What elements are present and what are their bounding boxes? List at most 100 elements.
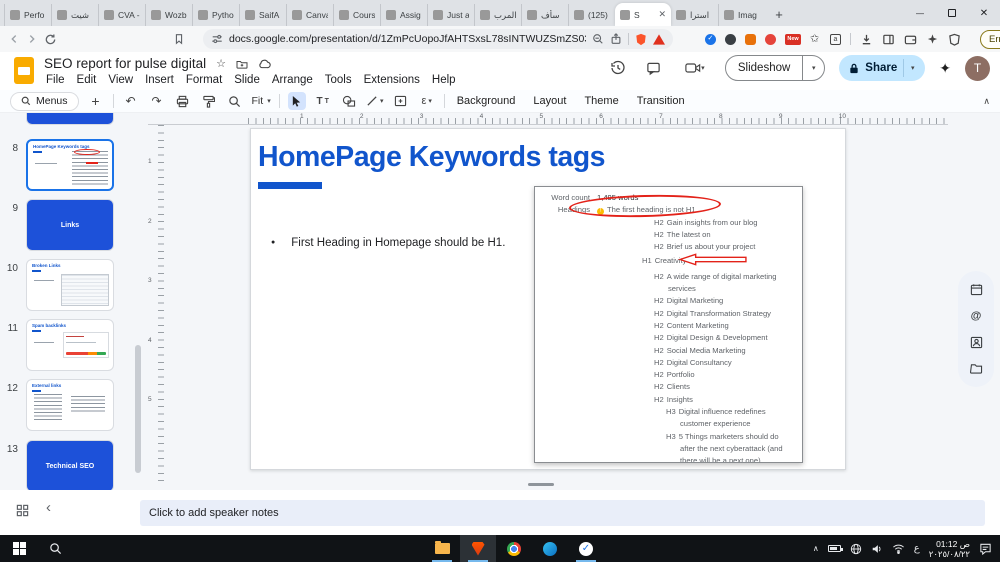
toolbar-text-button[interactable]: Theme (580, 95, 622, 107)
slide-thumbnail-8[interactable]: HomePage Keywords tags (26, 139, 114, 191)
extension-star-icon[interactable] (810, 34, 821, 45)
account-avatar[interactable]: T (965, 56, 990, 81)
slide-canvas[interactable]: HomePage Keywords tags First Heading in … (250, 128, 846, 470)
edge-icon[interactable] (532, 535, 568, 562)
slide-thumbnail-9[interactable]: Links (26, 199, 114, 251)
slide-bullet-text[interactable]: First Heading in Homepage should be H1. (271, 237, 505, 249)
browser-tab[interactable]: استرا ✕ (671, 4, 718, 26)
extension-pinwheel-icon[interactable] (765, 34, 776, 45)
leo-ai-icon[interactable] (926, 33, 939, 46)
browser-tab[interactable]: Wozb ✕ (145, 4, 192, 26)
folder-icon[interactable] (968, 361, 984, 377)
extension-boxed-a-icon[interactable] (830, 34, 841, 45)
tray-expand-icon[interactable] (813, 544, 819, 553)
taskbar-clock[interactable]: 01:12 ص ٢٠٢٥/٠٨/٢٢ (929, 539, 970, 559)
menu-item[interactable]: Extensions (358, 72, 426, 88)
extension-dark-icon[interactable] (725, 34, 736, 45)
gemini-sparkle-icon[interactable] (939, 60, 951, 77)
browser-tab[interactable]: S ✕ (615, 3, 671, 26)
filmstrip-scrollbar[interactable] (135, 345, 141, 473)
menu-item[interactable]: Tools (319, 72, 358, 88)
move-folder-icon[interactable] (236, 59, 248, 69)
window-close-button[interactable] (968, 0, 1000, 26)
zoom-fit-dropdown[interactable]: Fit ▾ (252, 95, 271, 107)
speaker-notes-input[interactable]: Click to add speaker notes (140, 500, 985, 526)
share-button[interactable]: Share ▾ (839, 55, 925, 81)
slide-thumbnail-11[interactable]: Spam backlinks (26, 319, 114, 371)
brave-shields-icon[interactable] (635, 33, 647, 46)
network-globe-icon[interactable] (850, 543, 862, 555)
text-box-button[interactable] (314, 92, 332, 110)
toolbar-text-button[interactable]: Transition (633, 95, 689, 107)
menu-item[interactable]: Format (180, 72, 228, 88)
grid-view-icon[interactable] (16, 504, 29, 517)
menu-item[interactable]: View (102, 72, 139, 88)
window-maximize-button[interactable] (936, 0, 968, 26)
special-char-button[interactable]: ▾ (418, 92, 436, 110)
slideshow-button[interactable]: Slideshow ▾ (725, 55, 825, 81)
star-icon[interactable] (216, 58, 226, 70)
comments-icon[interactable] (643, 57, 665, 79)
insert-image-button[interactable] (392, 92, 410, 110)
menu-item[interactable]: Arrange (266, 72, 319, 88)
menu-item[interactable]: Help (426, 72, 462, 88)
site-settings-icon[interactable] (211, 33, 223, 45)
toolbar-text-button[interactable]: Layout (529, 95, 570, 107)
window-minimize-button[interactable] (904, 0, 936, 26)
menu-item[interactable]: Slide (228, 72, 266, 88)
browser-tab[interactable]: المرب ✕ (474, 4, 521, 26)
language-indicator[interactable]: ع (914, 543, 920, 554)
slide-title[interactable]: HomePage Keywords tags (258, 141, 605, 174)
document-title[interactable]: SEO report for pulse digital (44, 56, 206, 71)
notification-center-icon[interactable] (979, 542, 992, 555)
print-button[interactable] (174, 92, 192, 110)
zoom-out-icon[interactable] (592, 33, 604, 45)
new-tab-button[interactable] (769, 4, 789, 24)
slideshow-dropdown[interactable]: ▾ (802, 55, 824, 81)
browser-tab[interactable]: (125) ✕ (568, 4, 615, 26)
sidebar-toggle-icon[interactable] (882, 33, 895, 46)
bookmark-icon[interactable] (173, 30, 185, 48)
slide-thumbnail-13[interactable]: Technical SEO (26, 440, 114, 490)
wifi-icon[interactable] (892, 543, 905, 554)
extension-orange-icon[interactable] (745, 34, 756, 45)
paint-format-button[interactable] (200, 92, 218, 110)
browser-tab[interactable]: Pytho ✕ (192, 4, 239, 26)
meet-camera-icon[interactable]: ▾ (679, 57, 711, 79)
select-tool-button[interactable] (288, 92, 306, 110)
google-slides-icon[interactable] (14, 57, 34, 84)
browser-tab[interactable]: Just a ✕ (427, 4, 474, 26)
collapse-filmstrip-icon[interactable] (46, 499, 51, 516)
wallet-icon[interactable] (904, 33, 917, 46)
calendar-icon[interactable] (968, 281, 984, 297)
contacts-icon[interactable] (968, 334, 984, 350)
new-slide-button[interactable] (87, 92, 105, 110)
file-explorer-icon[interactable] (424, 535, 460, 562)
menu-item[interactable]: File (40, 72, 71, 88)
keep-icon[interactable] (968, 308, 984, 324)
extension-new-badge[interactable]: New (785, 34, 801, 45)
chrome-icon[interactable] (496, 535, 532, 562)
shapes-button[interactable] (340, 92, 358, 110)
speaker-icon[interactable] (871, 543, 883, 555)
browser-tab[interactable]: شيت ✕ (51, 4, 98, 26)
undo-button[interactable] (122, 92, 140, 110)
browser-tab[interactable]: Perfo ✕ (4, 4, 51, 26)
taskbar-search-icon[interactable] (38, 535, 72, 562)
share-page-icon[interactable] (610, 33, 622, 45)
extension-check-icon[interactable] (705, 34, 716, 45)
checkmark-app-icon[interactable] (568, 535, 604, 562)
zoom-button[interactable] (226, 92, 244, 110)
forward-icon[interactable] (26, 30, 38, 48)
browser-tab[interactable]: Cours ✕ (333, 4, 380, 26)
toolbar-text-button[interactable]: Background (453, 95, 520, 107)
slide-thumbnail-7-partial[interactable] (26, 113, 114, 125)
url-text[interactable]: docs.google.com/presentation/d/1ZmPcUopo… (229, 33, 586, 45)
browser-tab[interactable]: SaifA ✕ (239, 4, 286, 26)
battery-icon[interactable] (828, 545, 841, 552)
address-bar[interactable]: docs.google.com/presentation/d/1ZmPcUopo… (203, 29, 673, 49)
tab-close-icon[interactable]: ✕ (658, 9, 666, 20)
back-icon[interactable] (8, 30, 20, 48)
brave-browser-icon[interactable] (460, 535, 496, 562)
slide-thumbnail-10[interactable]: Broken Links (26, 259, 114, 311)
